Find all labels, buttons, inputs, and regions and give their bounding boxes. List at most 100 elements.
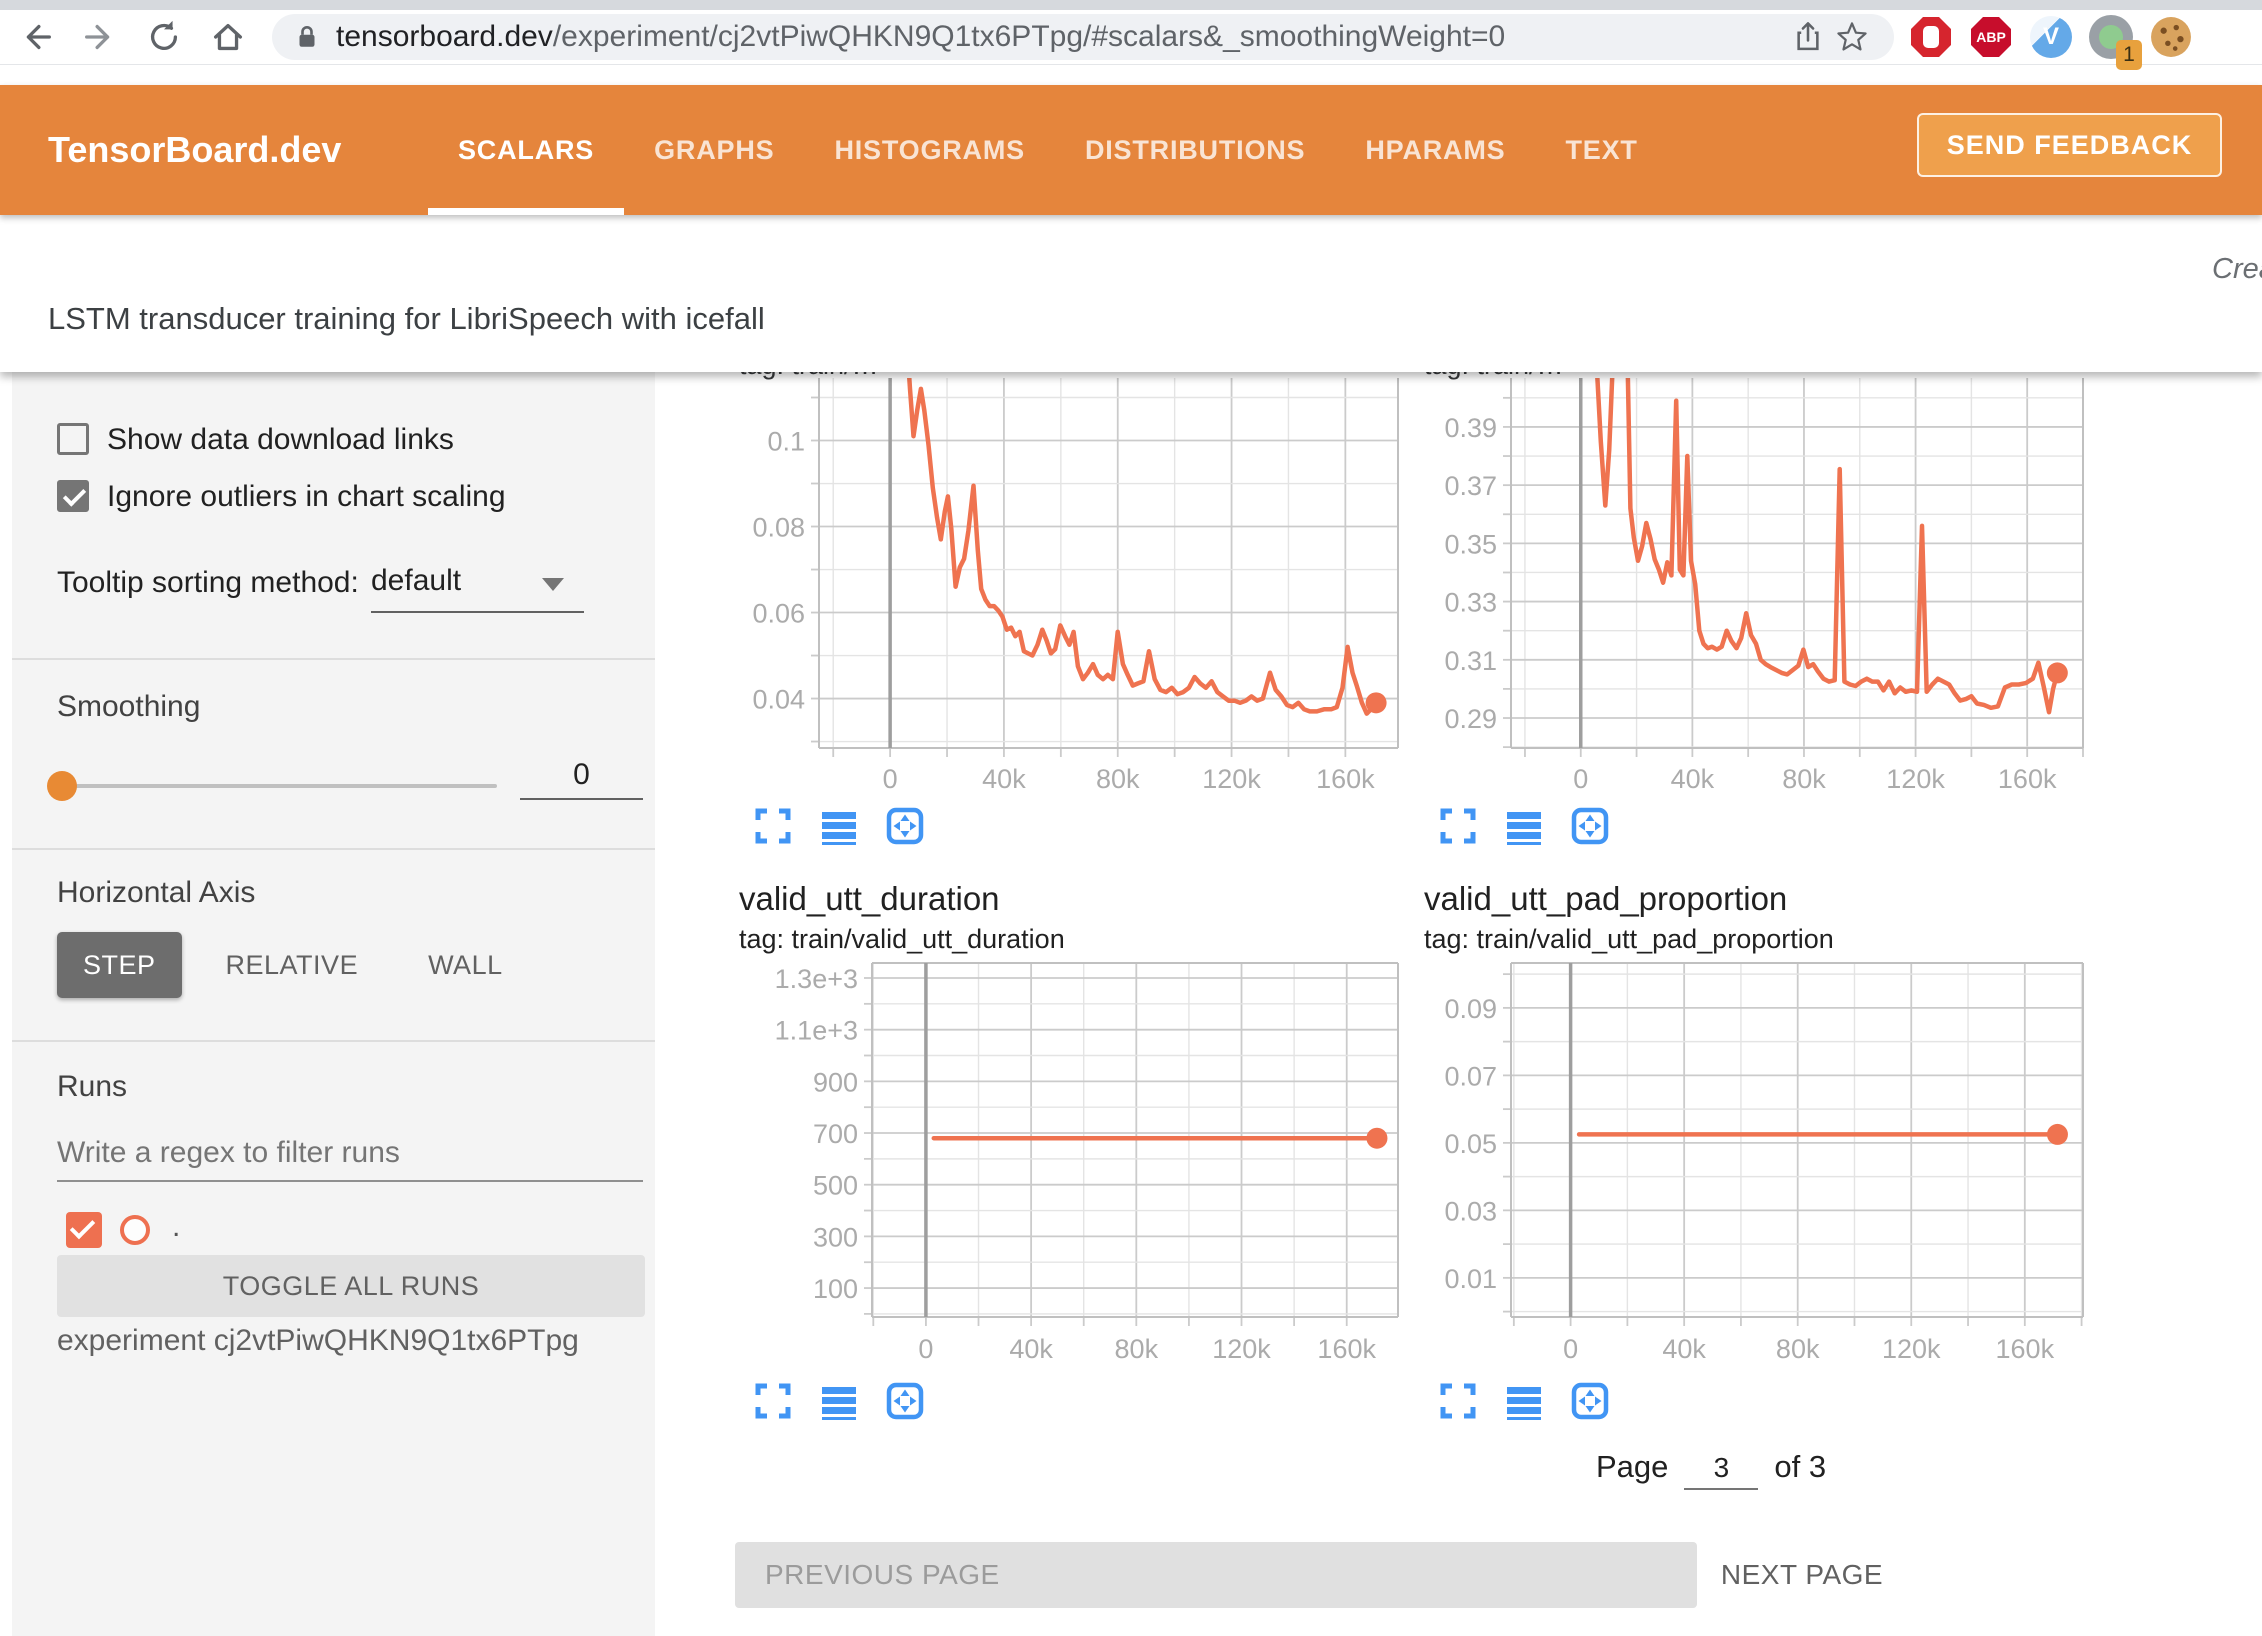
data-table-icon-button[interactable] xyxy=(1504,806,1544,846)
fullscreen-icon xyxy=(1443,1386,1473,1416)
data-table-icon-button[interactable] xyxy=(1504,1381,1544,1421)
svg-text:0.07: 0.07 xyxy=(1444,1061,1497,1091)
cookie-extension-button[interactable] xyxy=(2148,14,2194,60)
charts-area: tag: train/… tag: train/… 0.040.060.080.… xyxy=(655,372,2262,1636)
svg-text:700: 700 xyxy=(813,1119,858,1149)
data-table-icon xyxy=(1507,1417,1541,1420)
tab-hparams[interactable]: HPARAMS xyxy=(1335,85,1535,215)
ignore-outliers-checkbox[interactable] xyxy=(57,480,89,512)
svg-text:0.37: 0.37 xyxy=(1444,471,1497,501)
chart-plot[interactable]: 0.040.060.080.1040k80k120k160k xyxy=(739,378,1409,802)
data-table-icon xyxy=(822,1417,856,1420)
divider xyxy=(12,1040,655,1042)
share-button[interactable] xyxy=(1786,15,1830,59)
experiment-title-band: Crea LSTM transducer training for LibriS… xyxy=(0,215,2262,372)
home-button[interactable] xyxy=(206,15,250,59)
profile-avatar-button[interactable]: 1 xyxy=(2088,14,2134,60)
share-icon xyxy=(1803,23,1813,40)
smoothing-slider-track[interactable] xyxy=(62,784,497,788)
axis-relative-button[interactable]: RELATIVE xyxy=(200,932,385,998)
smoothing-slider-thumb[interactable] xyxy=(47,771,77,801)
tooltip-sorting-select[interactable]: default xyxy=(371,564,461,598)
page-of-label: of 3 xyxy=(1774,1449,1826,1485)
run-color-swatch[interactable] xyxy=(120,1215,150,1245)
chart-plot[interactable]: 0.290.310.330.350.370.39040k80k120k160k xyxy=(1424,378,2094,802)
back-icon xyxy=(28,27,49,48)
ignore-outliers-label: Ignore outliers in chart scaling xyxy=(107,480,506,514)
bookmark-button[interactable] xyxy=(1830,15,1874,59)
runs-regex-input[interactable]: Write a regex to filter runs xyxy=(57,1136,400,1170)
tab-histograms[interactable]: HISTOGRAMS xyxy=(804,85,1055,215)
back-button[interactable] xyxy=(14,15,58,59)
page: tensorboard.dev/experiment/cj2vtPiwQHKN9… xyxy=(0,0,2262,1636)
axis-step-button[interactable]: STEP xyxy=(57,932,182,998)
v-extension-button[interactable]: V xyxy=(2028,14,2074,60)
send-feedback-button[interactable]: SEND FEEDBACK xyxy=(1917,113,2222,177)
previous-page-button[interactable]: PREVIOUS PAGE xyxy=(735,1542,1697,1608)
run-checkbox[interactable] xyxy=(66,1212,102,1248)
fullscreen-icon-button[interactable] xyxy=(1438,1381,1478,1421)
tab-scalars[interactable]: SCALARS xyxy=(428,85,624,215)
svg-text:0.05: 0.05 xyxy=(1444,1129,1497,1159)
app-logo[interactable]: TensorBoard.dev xyxy=(48,129,378,171)
svg-text:0: 0 xyxy=(1573,764,1588,794)
home-icon xyxy=(216,26,241,49)
url-domain: tensorboard.dev xyxy=(336,20,553,53)
abp-extension-button[interactable]: ABP xyxy=(1968,14,2014,60)
notification-badge: 1 xyxy=(2116,40,2142,70)
horizontal-axis-label: Horizontal Axis xyxy=(57,876,255,910)
data-table-icon xyxy=(822,842,856,845)
browser-toolbar: tensorboard.dev/experiment/cj2vtPiwQHKN9… xyxy=(0,10,2262,65)
url-bar[interactable]: tensorboard.dev/experiment/cj2vtPiwQHKN9… xyxy=(272,14,1894,60)
svg-text:0.06: 0.06 xyxy=(752,599,805,629)
svg-text:1.3e+3: 1.3e+3 xyxy=(775,964,858,994)
page-number-input[interactable]: 3 xyxy=(1684,1444,1758,1490)
svg-text:0.03: 0.03 xyxy=(1444,1196,1497,1226)
show-download-links-label: Show data download links xyxy=(107,423,454,457)
fit-domain-icon-button[interactable] xyxy=(885,1381,925,1421)
svg-text:0: 0 xyxy=(883,764,898,794)
svg-text:0.29: 0.29 xyxy=(1444,704,1497,734)
tab-distributions[interactable]: DISTRIBUTIONS xyxy=(1055,85,1335,215)
fullscreen-icon-button[interactable] xyxy=(1438,806,1478,846)
chart-plot[interactable]: 1003005007009001.1e+31.3e+3040k80k120k16… xyxy=(739,955,1409,1375)
fullscreen-icon-button[interactable] xyxy=(753,806,793,846)
svg-text:0: 0 xyxy=(1563,1334,1578,1364)
reload-button[interactable] xyxy=(142,15,186,59)
fullscreen-icon-button[interactable] xyxy=(753,1381,793,1421)
fit-domain-icon-button[interactable] xyxy=(1570,806,1610,846)
svg-text:0.35: 0.35 xyxy=(1444,529,1497,559)
url-path: /experiment/cj2vtPiwQHKN9Q1tx6PTpg/#scal… xyxy=(553,20,1505,53)
next-page-button[interactable]: NEXT PAGE xyxy=(1707,1542,1897,1608)
chart-title: valid_utt_duration xyxy=(739,880,1000,918)
tooltip-sorting-label: Tooltip sorting method: xyxy=(57,566,359,600)
data-table-icon-button[interactable] xyxy=(819,1381,859,1421)
fit-domain-icon-button[interactable] xyxy=(1570,1381,1610,1421)
chart-plot[interactable]: 0.010.030.050.070.09040k80k120k160k xyxy=(1424,955,2094,1375)
tab-text[interactable]: TEXT xyxy=(1535,85,1667,215)
show-download-links-checkbox[interactable] xyxy=(57,423,89,455)
fit-domain-icon xyxy=(1579,815,1602,838)
created-text-clipped: Crea xyxy=(2212,253,2262,286)
chevron-down-icon xyxy=(542,578,564,591)
regex-underline xyxy=(57,1180,643,1182)
svg-text:80k: 80k xyxy=(1776,1334,1820,1364)
forward-button[interactable] xyxy=(78,15,122,59)
svg-text:1.1e+3: 1.1e+3 xyxy=(775,1016,858,1046)
tab-graphs[interactable]: GRAPHS xyxy=(624,85,804,215)
smoothing-value-input[interactable]: 0 xyxy=(520,758,643,800)
url-text: tensorboard.dev/experiment/cj2vtPiwQHKN9… xyxy=(336,20,1786,54)
chart-actions xyxy=(1438,1381,1610,1421)
divider xyxy=(12,848,655,850)
svg-text:160k: 160k xyxy=(1317,1334,1376,1364)
adblock-extension-button[interactable] xyxy=(1908,14,1954,60)
data-table-icon-button[interactable] xyxy=(819,806,859,846)
fullscreen-icon xyxy=(758,1386,788,1416)
svg-text:0.04: 0.04 xyxy=(752,685,805,715)
svg-text:160k: 160k xyxy=(1998,764,2057,794)
fit-domain-icon xyxy=(1579,1390,1602,1413)
axis-wall-button[interactable]: WALL xyxy=(402,932,529,998)
toggle-all-runs-button[interactable]: TOGGLE ALL RUNS xyxy=(57,1255,645,1317)
fit-domain-icon-button[interactable] xyxy=(885,806,925,846)
svg-text:900: 900 xyxy=(813,1067,858,1097)
